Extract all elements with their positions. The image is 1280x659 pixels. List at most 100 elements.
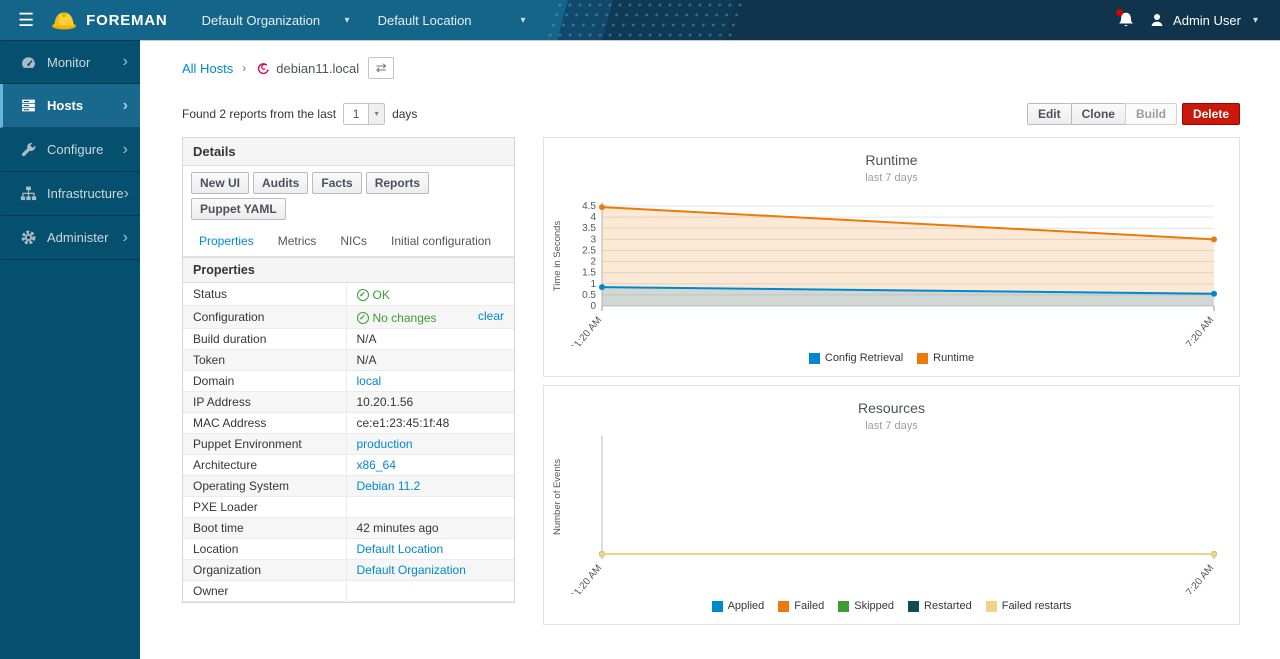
- reports-toolbar: Found 2 reports from the last 1 ▾ days E…: [140, 93, 1280, 125]
- main-content: All Hosts › debian11.local ⇄ Found 2 rep…: [140, 40, 1280, 659]
- reports-summary: Found 2 reports from the last 1 ▾ days: [182, 103, 417, 125]
- tab-nics[interactable]: NICs: [330, 226, 377, 256]
- x-axis-tick-label: 11/25, 11:20 AM: [550, 315, 604, 346]
- property-value: ✓ No changes clear: [346, 306, 514, 329]
- build-button[interactable]: Build: [1125, 103, 1177, 125]
- table-row: Operating System Debian 11.2: [183, 476, 514, 497]
- properties-header: Properties: [183, 257, 514, 283]
- user-menu[interactable]: Admin User ▾: [1149, 12, 1258, 28]
- sidebar-item-administer[interactable]: Administer›: [0, 216, 140, 260]
- ok-check-icon: ✓: [357, 289, 369, 301]
- svg-text:1.5: 1.5: [582, 268, 596, 279]
- svg-text:3.5: 3.5: [582, 223, 596, 234]
- property-label: Operating System: [183, 476, 346, 497]
- table-row: Status ✓ OK: [183, 283, 514, 306]
- sitemap-icon: [20, 185, 37, 202]
- legend-item[interactable]: Restarted: [908, 600, 972, 612]
- chart-legend: Applied Failed Skipped Restarted Failed rest…: [544, 600, 1239, 612]
- property-label: Organization: [183, 560, 346, 581]
- location-selector[interactable]: Default Location ▾: [364, 0, 540, 40]
- table-row: Owner: [183, 581, 514, 602]
- debian-logo-icon: [255, 61, 270, 76]
- tab-metrics[interactable]: Metrics: [268, 226, 327, 256]
- legend-swatch-icon: [712, 601, 723, 612]
- facts-button[interactable]: Facts: [312, 172, 361, 194]
- status-text: OK: [373, 288, 390, 302]
- notification-bell-icon[interactable]: [1117, 11, 1135, 29]
- property-label: IP Address: [183, 392, 346, 413]
- sidebar-item-infrastructure[interactable]: Infrastructure›: [0, 172, 140, 216]
- chart-legend: Config Retrieval Runtime: [544, 352, 1239, 364]
- hamburger-menu-icon[interactable]: ☰: [0, 10, 50, 31]
- days-select[interactable]: 1 ▾: [343, 103, 385, 125]
- architecture-link[interactable]: x86_64: [357, 458, 396, 472]
- property-label: Status: [183, 283, 346, 306]
- chart-plot: 00.511.522.533.544.5Time in Seconds11/25…: [547, 188, 1237, 346]
- brand-text: FOREMAN: [86, 12, 167, 29]
- host-switcher-button[interactable]: ⇄: [368, 57, 394, 79]
- table-row: Architecturex86_64: [183, 455, 514, 476]
- new-ui-button[interactable]: New UI: [191, 172, 249, 194]
- sidebar-item-label: Configure: [47, 142, 123, 157]
- legend-swatch-icon: [778, 601, 789, 612]
- delete-button[interactable]: Delete: [1182, 103, 1240, 125]
- sidebar-item-hosts[interactable]: Hosts›: [0, 84, 140, 128]
- chevron-right-icon: ›: [123, 230, 128, 246]
- chart-plot: Number of Events11/25, 11:20 AM12/16, 7:…: [547, 436, 1237, 594]
- legend-item[interactable]: Applied: [712, 600, 765, 612]
- property-value: N/A: [346, 350, 514, 371]
- table-row: IP Address10.20.1.56: [183, 392, 514, 413]
- organization-selector[interactable]: Default Organization ▾: [188, 0, 364, 40]
- property-label: PXE Loader: [183, 497, 346, 518]
- puppet-environment-link[interactable]: production: [357, 437, 413, 451]
- property-value: 42 minutes ago: [346, 518, 514, 539]
- chart-title: Runtime: [544, 138, 1239, 168]
- clone-button[interactable]: Clone: [1071, 103, 1126, 125]
- gear-icon: [20, 229, 37, 246]
- legend-swatch-icon: [908, 601, 919, 612]
- svg-text:0.5: 0.5: [582, 290, 596, 301]
- legend-item[interactable]: Config Retrieval: [809, 352, 903, 364]
- domain-link[interactable]: local: [357, 374, 382, 388]
- organization-link[interactable]: Default Organization: [357, 563, 466, 577]
- chevron-down-icon: ▾: [1253, 15, 1258, 26]
- legend-swatch-icon: [917, 353, 928, 364]
- legend-item[interactable]: Failed restarts: [986, 600, 1072, 612]
- sidebar-item-monitor[interactable]: Monitor›: [0, 40, 140, 84]
- puppet-yaml-button[interactable]: Puppet YAML: [191, 198, 286, 220]
- property-label: MAC Address: [183, 413, 346, 434]
- property-value: N/A: [346, 329, 514, 350]
- property-value: local: [346, 371, 514, 392]
- legend-swatch-icon: [838, 601, 849, 612]
- property-label: Configuration: [183, 306, 346, 329]
- status-text: No changes: [373, 311, 437, 325]
- runtime-chart-panel: Runtimelast 7 days00.511.522.533.544.5Ti…: [543, 137, 1240, 377]
- property-value: Debian 11.2: [346, 476, 514, 497]
- edit-button[interactable]: Edit: [1027, 103, 1072, 125]
- svg-text:2: 2: [590, 257, 596, 268]
- operating-system-link[interactable]: Debian 11.2: [357, 479, 421, 493]
- host-name: debian11.local: [276, 61, 359, 76]
- property-label: Boot time: [183, 518, 346, 539]
- tab-initial-configuration[interactable]: Initial configuration: [381, 226, 501, 256]
- all-hosts-link[interactable]: All Hosts: [182, 61, 233, 76]
- tab-properties[interactable]: Properties: [189, 226, 264, 256]
- legend-item[interactable]: Failed: [778, 600, 824, 612]
- sidebar-item-configure[interactable]: Configure›: [0, 128, 140, 172]
- wrench-icon: [20, 141, 37, 158]
- clear-link[interactable]: clear: [478, 309, 504, 323]
- svg-text:4.5: 4.5: [582, 201, 596, 212]
- legend-item[interactable]: Skipped: [838, 600, 894, 612]
- audits-button[interactable]: Audits: [253, 172, 308, 194]
- legend-item[interactable]: Runtime: [917, 352, 974, 364]
- property-label: Build duration: [183, 329, 346, 350]
- legend-label: Config Retrieval: [825, 352, 903, 364]
- ok-check-icon: ✓: [357, 312, 369, 324]
- table-row: Puppet Environmentproduction: [183, 434, 514, 455]
- resources-chart-panel: Resourceslast 7 daysNumber of Events11/2…: [543, 385, 1240, 625]
- notification-badge: [1116, 9, 1123, 16]
- location-link[interactable]: Default Location: [357, 542, 444, 556]
- reports-button[interactable]: Reports: [366, 172, 429, 194]
- legend-label: Failed restarts: [1002, 600, 1072, 612]
- property-value: ce:e1:23:45:1f:48: [346, 413, 514, 434]
